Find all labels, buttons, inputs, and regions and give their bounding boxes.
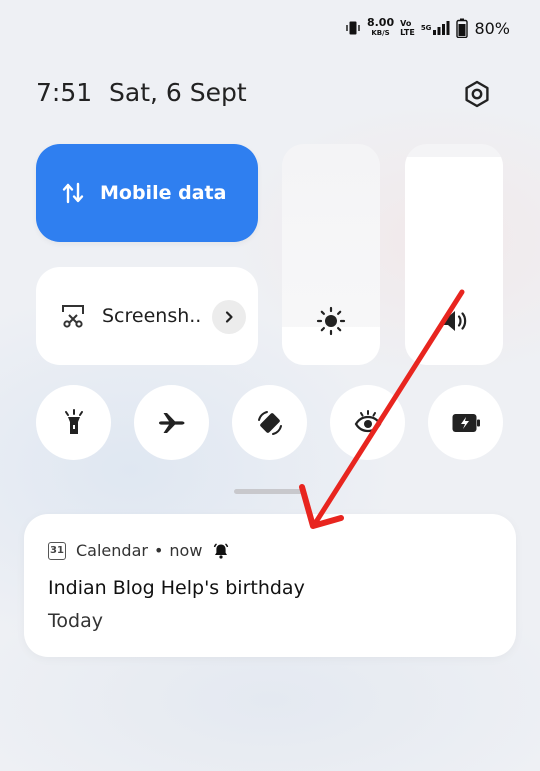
network-speed: 8.00 KB/S [366, 16, 395, 38]
notification-time: now [169, 541, 203, 560]
airplane-mode-toggle[interactable] [134, 385, 209, 460]
brightness-slider[interactable] [282, 144, 380, 365]
volte-bottom: LTE [400, 28, 415, 37]
flashlight-icon [64, 408, 83, 434]
status-bar: 8.00 KB/S Vo LTE 5G 80% [345, 14, 510, 42]
volte-top: Vo [400, 19, 412, 28]
eye-comfort-toggle[interactable] [330, 385, 405, 460]
screenshot-expand-button[interactable] [212, 300, 246, 334]
chevron-right-icon [225, 311, 233, 323]
data-transfer-icon [60, 180, 86, 206]
network-type: 5G [420, 24, 432, 32]
screenshot-scissors-icon [60, 303, 86, 329]
notification-subtitle: Today [48, 610, 103, 632]
volume-icon [405, 306, 503, 336]
alarm-bell-icon [212, 542, 230, 560]
volume-slider[interactable] [405, 144, 503, 365]
brightness-icon [282, 306, 380, 336]
gear-icon [465, 80, 489, 108]
screenshot-label: Screensh.. [102, 305, 202, 327]
mobile-data-tile[interactable]: Mobile data [36, 144, 258, 242]
auto-rotate-toggle[interactable] [232, 385, 307, 460]
auto-rotate-icon [257, 410, 282, 435]
notification-header: 31 Calendar • now [48, 541, 230, 560]
calendar-notification[interactable]: 31 Calendar • now Indian Blog Help's bir… [24, 514, 516, 657]
mobile-data-label: Mobile data [100, 182, 227, 204]
calendar-icon: 31 [48, 541, 66, 560]
volte-indicator: Vo LTE [400, 19, 415, 37]
battery-saver-toggle[interactable] [428, 385, 503, 460]
speed-unit: KB/S [371, 29, 390, 37]
eye-comfort-icon [354, 409, 381, 432]
vibrate-icon [345, 20, 361, 36]
panel-drag-handle[interactable] [234, 489, 306, 494]
flashlight-toggle[interactable] [36, 385, 111, 460]
battery-icon [456, 18, 469, 38]
battery-percentage: 80% [474, 18, 510, 38]
battery-saver-icon [452, 413, 480, 432]
notification-title: Indian Blog Help's birthday [48, 577, 305, 599]
notification-app-name: Calendar [76, 541, 148, 560]
speed-value: 8.00 [366, 16, 395, 29]
signal-icon: 5G [421, 21, 451, 35]
airplane-mode-icon [158, 412, 184, 433]
date: Sat, 6 Sept [109, 78, 247, 107]
notification-separator: • [153, 541, 164, 560]
clock: 7:51 [36, 78, 93, 107]
settings-button[interactable] [458, 75, 496, 113]
screenshot-tile[interactable]: Screensh.. [36, 267, 258, 365]
